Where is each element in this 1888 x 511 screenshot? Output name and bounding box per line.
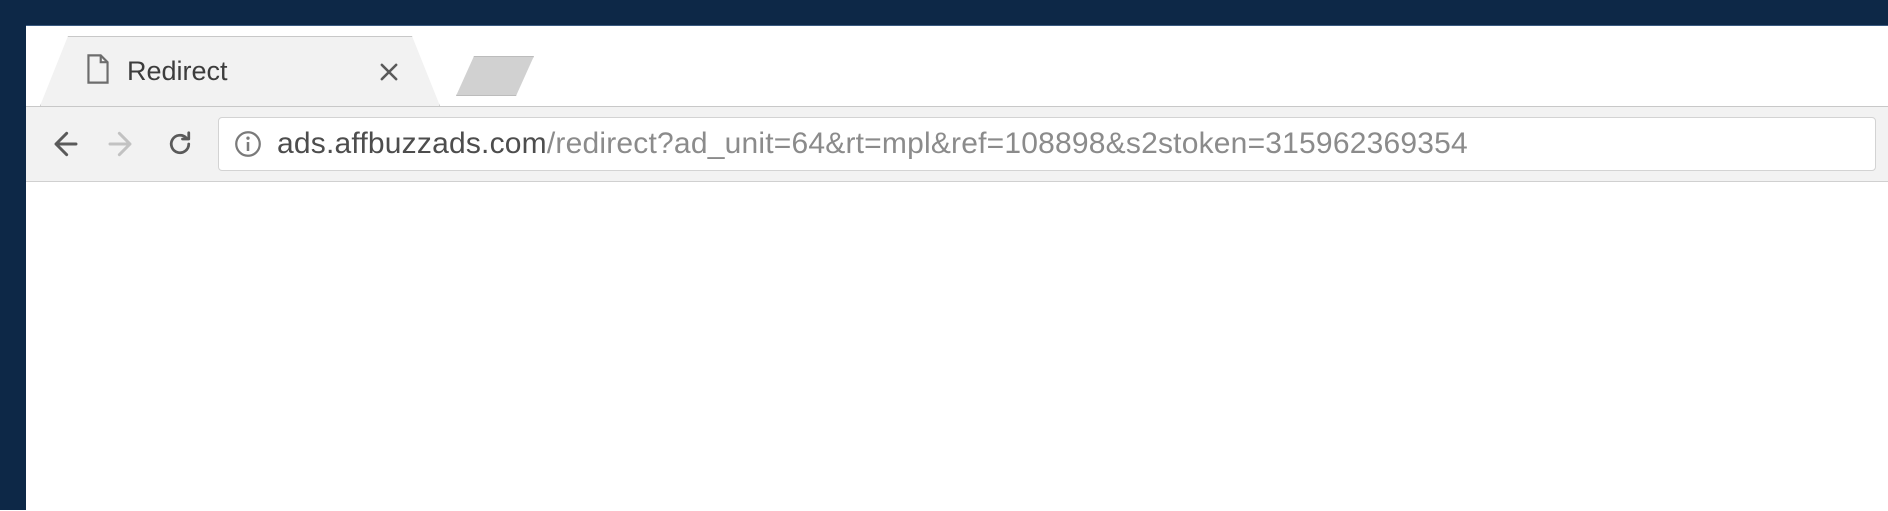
url-text: ads.affbuzzads.com/redirect?ad_unit=64&r… <box>277 127 1468 161</box>
new-tab-button[interactable] <box>456 56 534 96</box>
reload-button[interactable] <box>160 124 200 164</box>
url-path: /redirect?ad_unit=64&rt=mpl&ref=108898&s… <box>547 127 1468 160</box>
close-icon[interactable] <box>375 58 403 86</box>
tab-title: Redirect <box>127 56 359 87</box>
tab-strip: Redirect <box>26 26 1888 106</box>
toolbar: ads.affbuzzads.com/redirect?ad_unit=64&r… <box>26 106 1888 182</box>
url-host: ads.affbuzzads.com <box>277 127 547 160</box>
browser-window: Redirect <box>26 25 1888 510</box>
back-button[interactable] <box>44 124 84 164</box>
site-info-icon[interactable] <box>233 129 263 159</box>
tab-1[interactable]: Redirect <box>40 36 440 106</box>
address-bar[interactable]: ads.affbuzzads.com/redirect?ad_unit=64&r… <box>218 117 1876 171</box>
blank-page-icon <box>85 54 111 89</box>
page-viewport <box>26 182 1888 511</box>
forward-button[interactable] <box>102 124 142 164</box>
desktop-edge-top <box>0 0 1888 25</box>
desktop-edge-left <box>0 0 26 510</box>
